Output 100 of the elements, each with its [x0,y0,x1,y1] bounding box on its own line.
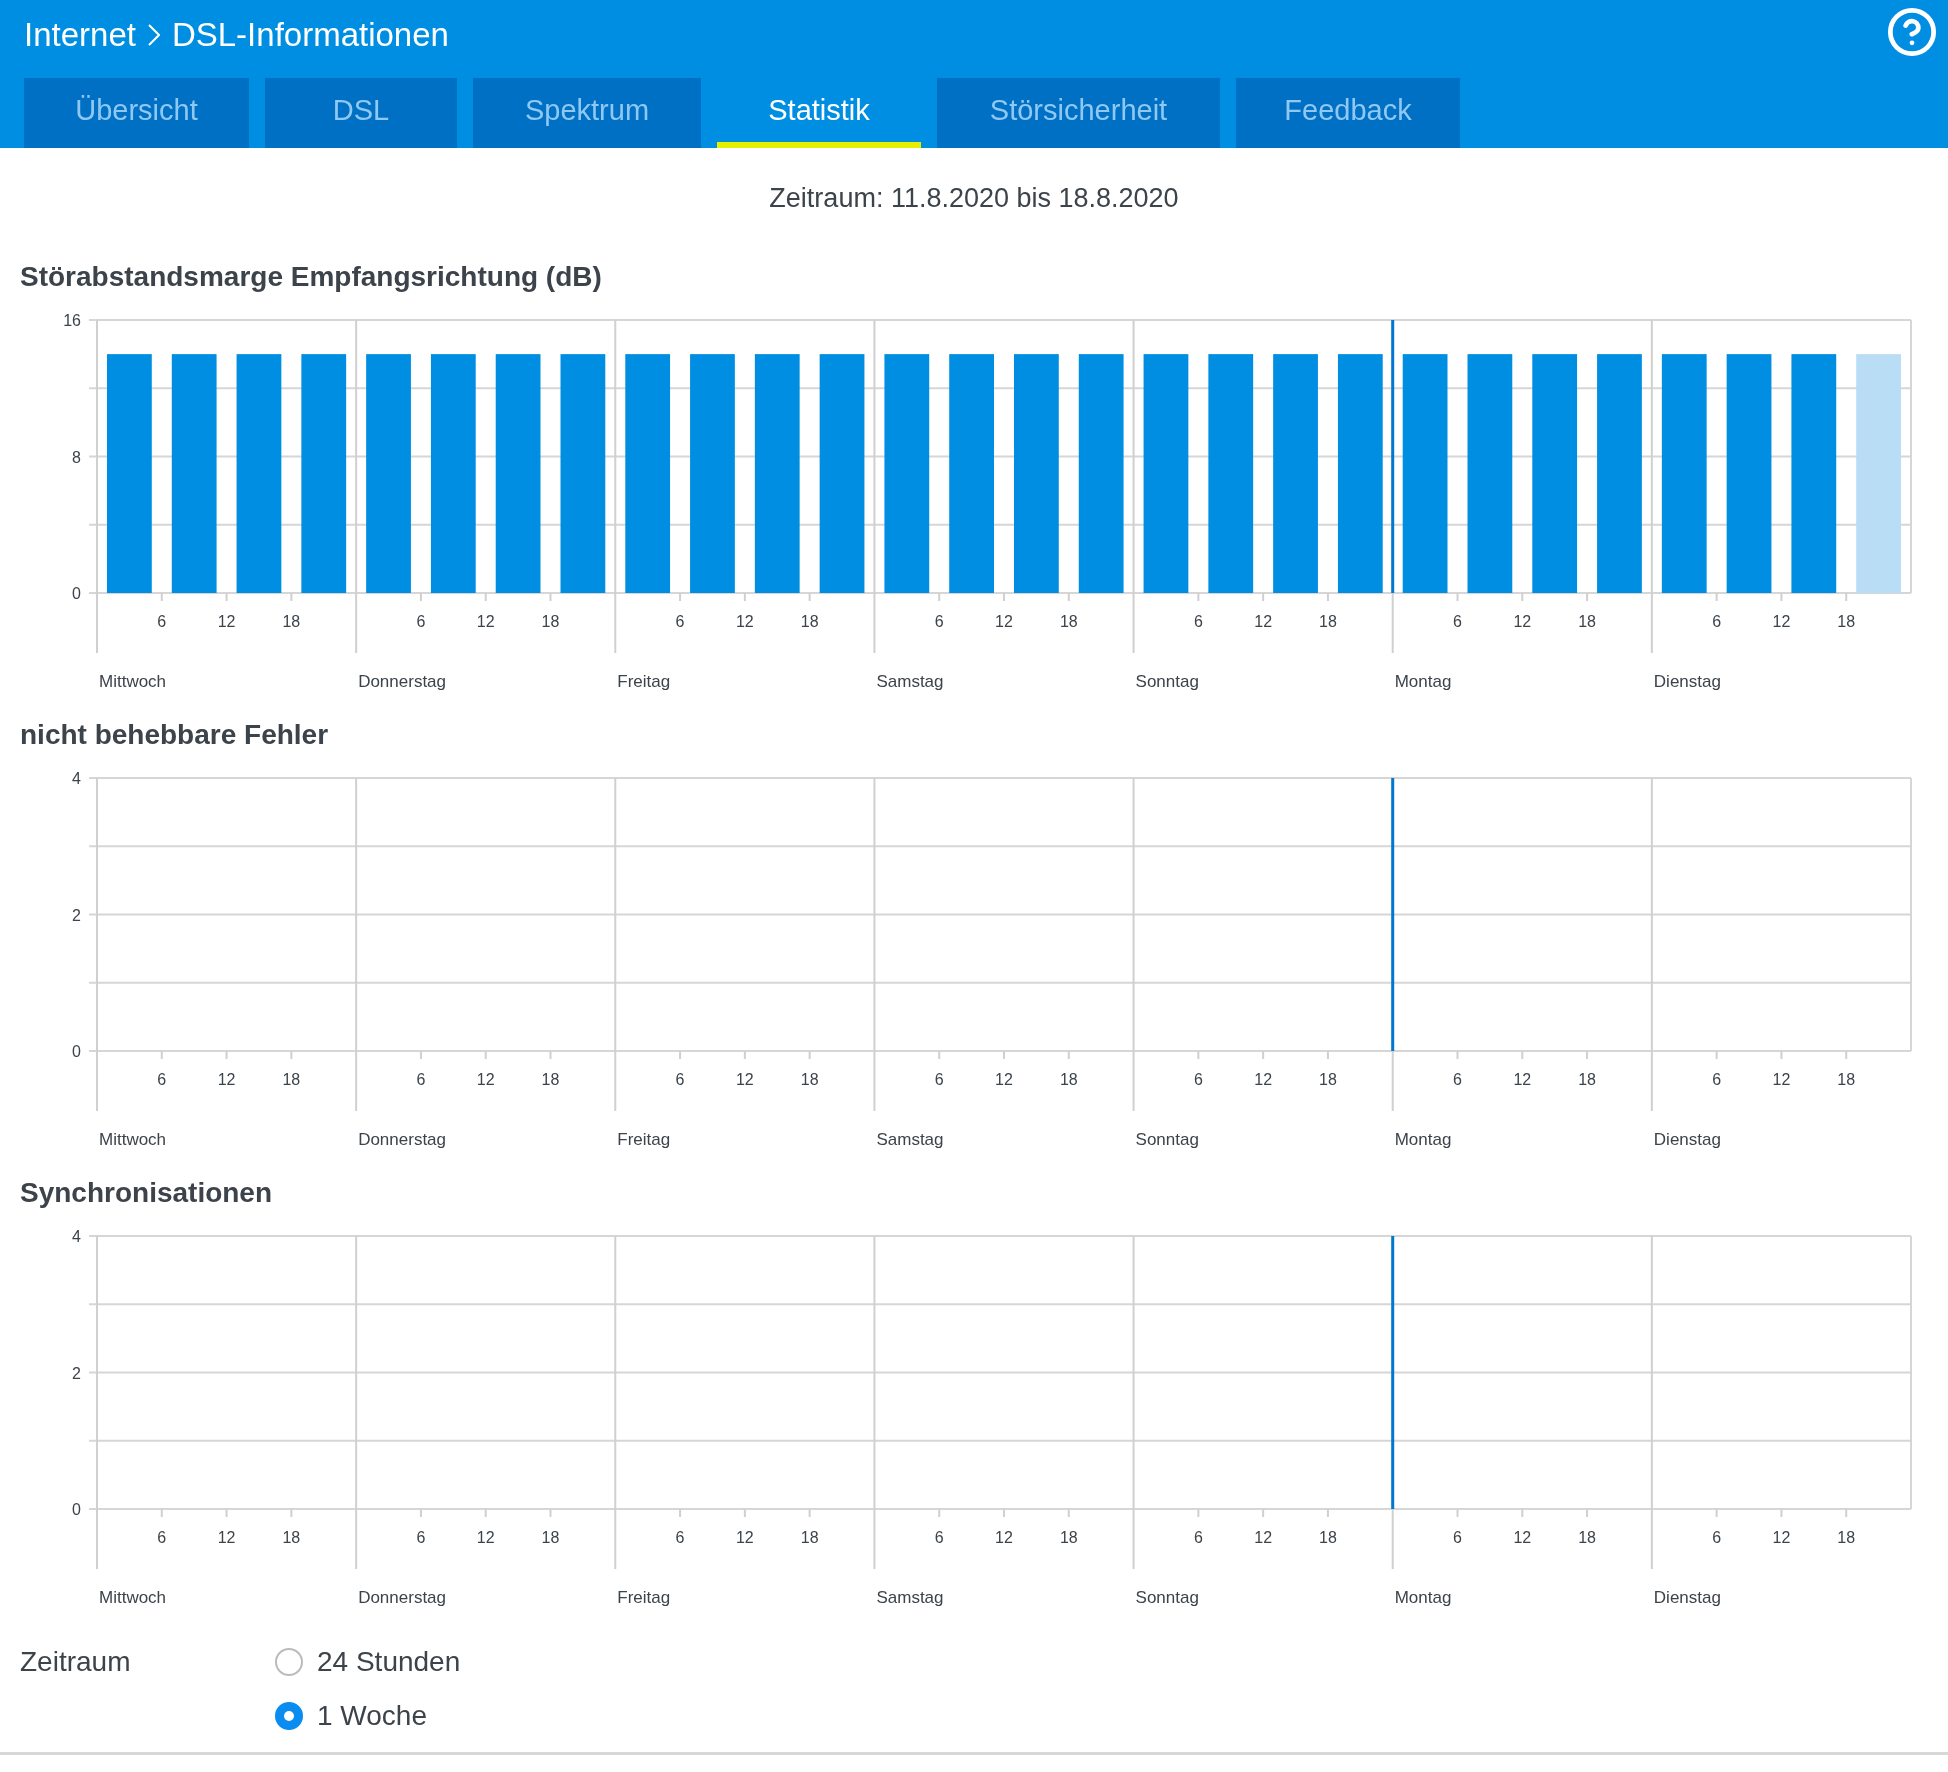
radio-label[interactable]: 24 Stunden [317,1646,461,1678]
field-label: Zeitraum [20,1646,132,1678]
hour-label: 6 [934,1071,944,1088]
hour-label: 12 [1513,1071,1532,1088]
day-label: Samstag [876,1130,944,1149]
hour-label: 18 [282,1071,301,1088]
hour-label: 6 [675,1529,685,1546]
hour-label: 18 [1319,1071,1337,1088]
hour-label: 12 [735,1071,754,1088]
chart-title: nicht behebbare Fehler [20,718,330,752]
day-label: Donnerstag [358,672,447,691]
day-label: Sonntag [1135,672,1199,691]
hour-label: 18 [1319,1529,1337,1546]
hour-label: 12 [476,1071,495,1088]
hour-label: 6 [1712,613,1722,630]
hour-label: 6 [1712,1071,1722,1088]
day-label: Mittwoch [99,1588,167,1607]
hour-label: 18 [541,613,560,630]
day-label: Mittwoch [99,672,167,691]
day-label: Montag [1394,1130,1452,1149]
day-label: Mittwoch [99,1130,167,1149]
hour-label: 12 [1254,1529,1273,1546]
hour-label: 12 [1254,613,1273,630]
hour-label: 12 [995,613,1013,630]
day-label: Freitag [617,672,671,691]
hour-label: 18 [1578,1071,1596,1088]
hour-label: 6 [157,1529,167,1546]
tab[interactable]: Feedback [1236,78,1460,148]
hour-label: 6 [416,1071,426,1088]
radio-label[interactable]: 1 Woche [317,1700,427,1732]
hour-label: 18 [282,1529,301,1546]
hour-label: 18 [541,1529,560,1546]
hour-label: 6 [1712,1529,1722,1546]
day-label: Dienstag [1653,1130,1721,1149]
tab[interactable]: Spektrum [473,78,701,148]
hour-label: 18 [1059,613,1078,630]
hour-label: 12 [217,1071,236,1088]
hour-label: 18 [1578,1529,1596,1546]
hour-label: 6 [1453,1529,1462,1546]
hour-label: 12 [1772,1529,1791,1546]
hour-label: 6 [157,1071,167,1088]
chart-title: Störabstandsmarge Empfangsrichtung (dB) [20,260,603,294]
y-axis-label: 2 [72,906,81,924]
hour-label: 6 [934,613,944,630]
day-label: Montag [1394,672,1452,691]
tab[interactable]: Störsicherheit [937,78,1220,148]
hour-label: 18 [800,1529,819,1546]
hour-label: 18 [800,613,819,630]
day-label: Donnerstag [358,1130,447,1149]
hour-label: 12 [995,1529,1013,1546]
hour-label: 12 [217,613,236,630]
tab[interactable]: Übersicht [24,78,249,148]
hour-label: 12 [476,1529,495,1546]
hour-label: 12 [735,613,754,630]
hour-label: 6 [1453,1071,1462,1088]
breadcrumb-item[interactable]: Internet [24,16,136,54]
help-icon [1886,6,1938,58]
chevron-icon [147,24,160,46]
day-label: Dienstag [1653,672,1721,691]
hour-label: 18 [1837,613,1856,630]
hour-label: 18 [1578,613,1596,630]
breadcrumb-item: DSL-Informationen [171,16,449,54]
hour-label: 12 [995,1071,1013,1088]
hour-label: 12 [1772,1071,1791,1088]
y-axis-label: 2 [72,1364,81,1382]
day-label: Samstag [876,672,944,691]
hour-label: 6 [416,1529,426,1546]
hour-label: 12 [1254,1071,1273,1088]
radio-button[interactable] [275,1702,303,1730]
y-axis-label: 0 [72,1501,81,1518]
radio-button[interactable] [275,1648,303,1676]
day-label: Montag [1394,1588,1452,1607]
y-axis-label: 4 [72,1228,81,1245]
hour-label: 6 [934,1529,944,1546]
hour-label: 12 [476,613,495,630]
day-label: Sonntag [1135,1588,1199,1607]
hour-label: 18 [282,613,301,630]
day-label: Sonntag [1135,1130,1199,1149]
day-label: Freitag [617,1130,671,1149]
hour-label: 12 [735,1529,754,1546]
hour-label: 18 [1837,1529,1856,1546]
y-axis-label: 8 [72,448,81,466]
hour-label: 12 [1513,613,1532,630]
hour-label: 18 [1837,1071,1856,1088]
hour-label: 18 [1059,1071,1078,1088]
day-label: Dienstag [1653,1588,1721,1607]
hour-label: 12 [1772,613,1791,630]
y-axis-label: 16 [63,312,81,329]
hour-label: 18 [1059,1529,1078,1546]
y-axis-label: 0 [72,585,81,602]
hour-label: 6 [1453,613,1462,630]
hour-label: 18 [1319,613,1337,630]
day-label: Donnerstag [358,1588,447,1607]
tab[interactable]: DSL [265,78,457,148]
hour-label: 6 [675,613,685,630]
hour-label: 6 [1193,613,1203,630]
hour-label: 12 [217,1529,236,1546]
hour-label: 6 [157,613,167,630]
hour-label: 6 [416,613,426,630]
hour-label: 6 [1193,1529,1203,1546]
